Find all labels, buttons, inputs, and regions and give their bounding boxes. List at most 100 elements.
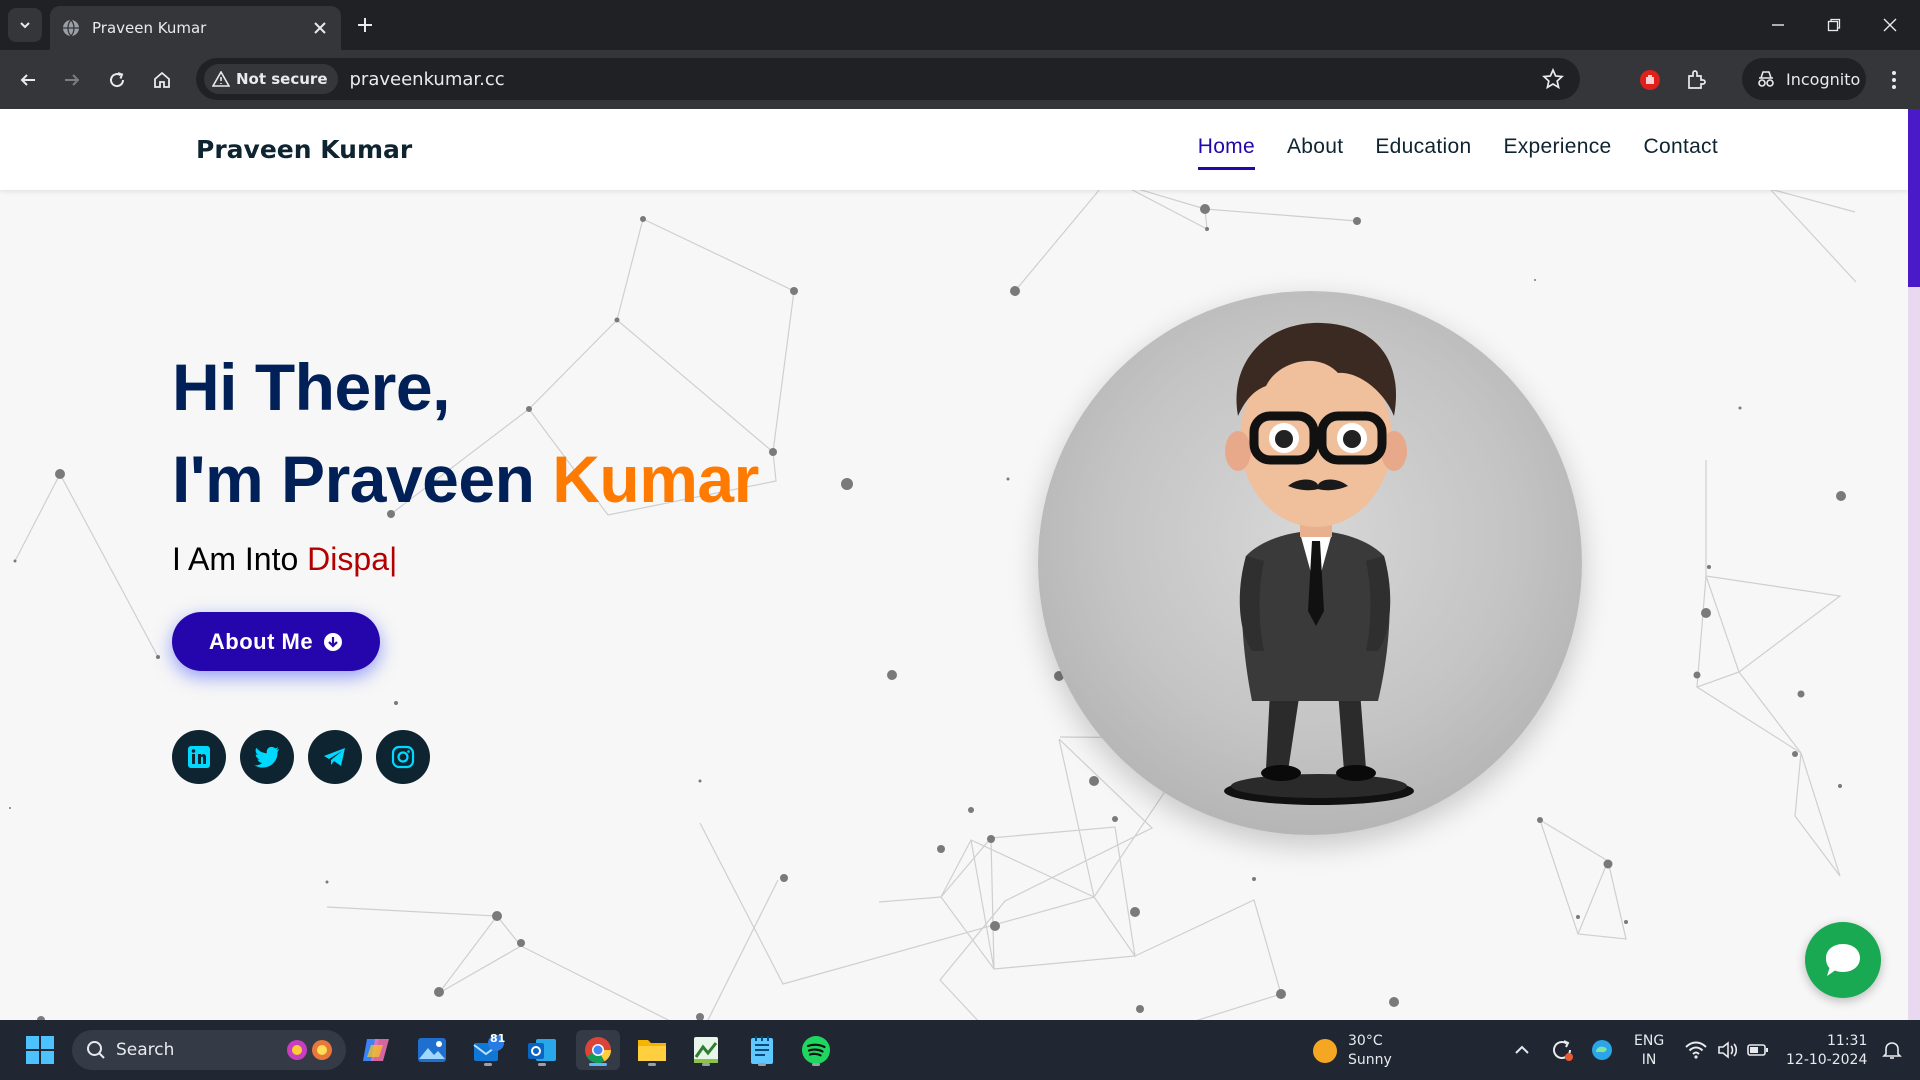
browser-menu-button[interactable] <box>1878 64 1910 96</box>
festival-decoration-icon <box>287 1040 332 1060</box>
wifi-icon <box>1685 1041 1707 1059</box>
battery-icon <box>1747 1044 1768 1056</box>
reload-button[interactable] <box>101 64 133 96</box>
telegram-icon <box>324 748 345 766</box>
incognito-indicator[interactable]: Incognito <box>1742 58 1866 100</box>
typing-word: Dispa <box>307 541 389 577</box>
arrow-right-icon <box>65 74 80 86</box>
linkedin-icon <box>188 746 210 768</box>
nav-link-experience[interactable]: Experience <box>1503 135 1611 170</box>
scrollbar-thumb[interactable] <box>1908 109 1920 287</box>
extension-adblock-button[interactable] <box>1634 64 1666 96</box>
mail-badge-count: 81 <box>490 1032 506 1045</box>
site-nav-menu: Home About Education Experience Contact <box>1197 135 1718 170</box>
taskbar-spotify[interactable] <box>796 1030 836 1070</box>
chat-widget-button[interactable] <box>1805 922 1881 998</box>
profile-avatar-image <box>1038 291 1582 835</box>
nav-link-contact[interactable]: Contact <box>1644 135 1718 170</box>
tab-search-button[interactable] <box>8 8 42 42</box>
search-icon <box>87 1041 105 1059</box>
linkedin-link[interactable] <box>172 730 226 784</box>
browser-toolbar: Not secure praveenkumar.cc Incognito <box>0 50 1920 109</box>
home-button[interactable] <box>146 64 178 96</box>
about-me-button[interactable]: About Me <box>172 612 380 671</box>
minimize-button[interactable] <box>1750 0 1806 50</box>
windows-taskbar: Search 81 30°C Sunny ENG IN 11:31 12-10-… <box>0 1020 1920 1080</box>
nav-link-about[interactable]: About <box>1287 135 1343 170</box>
tray-sync[interactable] <box>1542 1030 1582 1070</box>
close-icon[interactable] <box>311 19 329 37</box>
taskbar-app-green[interactable] <box>686 1030 726 1070</box>
new-tab-button[interactable] <box>352 12 378 38</box>
sync-alert-icon <box>1553 1040 1573 1061</box>
page-scrollbar[interactable] <box>1908 109 1920 1020</box>
close-window-button[interactable] <box>1862 0 1918 50</box>
close-icon <box>1883 18 1897 32</box>
clock-date: 12-10-2024 <box>1786 1052 1868 1068</box>
security-chip[interactable]: Not secure <box>204 64 338 94</box>
taskbar-photos[interactable] <box>412 1030 452 1070</box>
system-clock[interactable]: 11:31 12-10-2024 <box>1786 1032 1867 1070</box>
hero-greeting: Hi There, <box>172 350 450 424</box>
site-brand[interactable]: Praveen Kumar <box>196 135 412 164</box>
weather-text: 30°C Sunny <box>1348 1032 1392 1070</box>
taskbar-chrome[interactable] <box>576 1030 620 1070</box>
taskbar-search-box[interactable]: Search <box>72 1030 346 1070</box>
running-indicator <box>812 1063 820 1066</box>
taskbar-notepad[interactable] <box>742 1030 782 1070</box>
weather-desc: Sunny <box>1348 1052 1392 1068</box>
start-button[interactable] <box>20 1030 60 1070</box>
warning-icon <box>212 71 230 87</box>
restore-button[interactable] <box>1806 0 1862 50</box>
twitter-icon <box>254 746 279 768</box>
hero-typing-line: I Am Into Dispa| <box>172 541 397 578</box>
minimize-icon <box>1772 24 1784 26</box>
stop-hand-icon <box>1640 70 1660 90</box>
hero-name-accent: Kumar <box>552 442 759 516</box>
more-vertical-icon <box>1892 71 1896 89</box>
arrow-circle-down-icon <box>324 632 343 651</box>
nav-link-home[interactable]: Home <box>1197 135 1255 170</box>
tray-edge[interactable] <box>1582 1030 1622 1070</box>
taskbar-copilot[interactable] <box>356 1030 396 1070</box>
arrow-left-icon <box>20 74 35 86</box>
twitter-link[interactable] <box>240 730 294 784</box>
browser-tab[interactable]: Praveen Kumar <box>50 6 341 50</box>
notification-center-button[interactable] <box>1872 1030 1912 1070</box>
running-indicator <box>702 1063 710 1066</box>
instagram-icon <box>391 745 415 769</box>
taskbar-outlook[interactable] <box>522 1030 562 1070</box>
security-chip-label: Not secure <box>236 70 328 88</box>
taskbar-file-explorer[interactable] <box>632 1030 672 1070</box>
running-indicator <box>648 1063 656 1066</box>
nav-link-education[interactable]: Education <box>1375 135 1471 170</box>
running-indicator <box>758 1063 766 1066</box>
tray-battery[interactable] <box>1738 1030 1778 1070</box>
home-icon <box>154 71 170 88</box>
weather-widget[interactable]: 30°C Sunny <box>1312 1032 1392 1070</box>
forward-button[interactable] <box>56 64 88 96</box>
incognito-label: Incognito <box>1786 69 1861 89</box>
outlook-icon <box>528 1039 556 1061</box>
telegram-link[interactable] <box>308 730 362 784</box>
restore-icon <box>1827 18 1841 32</box>
input-language-indicator[interactable]: ENG IN <box>1634 1032 1664 1070</box>
spotify-icon <box>802 1036 830 1064</box>
address-bar[interactable]: Not secure praveenkumar.cc <box>196 58 1580 100</box>
weather-temp: 30°C <box>1348 1033 1383 1049</box>
instagram-link[interactable] <box>376 730 430 784</box>
language-code: ENG <box>1634 1033 1665 1049</box>
edge-icon <box>1592 1040 1612 1060</box>
taskbar-mail[interactable]: 81 <box>468 1030 508 1070</box>
clock-time: 11:31 <box>1827 1033 1868 1049</box>
notification-bell-icon <box>1882 1042 1902 1059</box>
back-button[interactable] <box>12 64 44 96</box>
sun-icon <box>1313 1039 1337 1063</box>
taskbar-search-placeholder: Search <box>116 1040 175 1060</box>
browser-tab-bar: Praveen Kumar <box>0 0 1920 50</box>
show-hidden-icons-button[interactable] <box>1502 1030 1542 1070</box>
extensions-button[interactable] <box>1680 64 1712 96</box>
bookmark-star-icon[interactable] <box>1542 68 1564 90</box>
running-indicator <box>538 1063 546 1066</box>
hero-name-prefix: I'm Praveen <box>172 442 553 516</box>
